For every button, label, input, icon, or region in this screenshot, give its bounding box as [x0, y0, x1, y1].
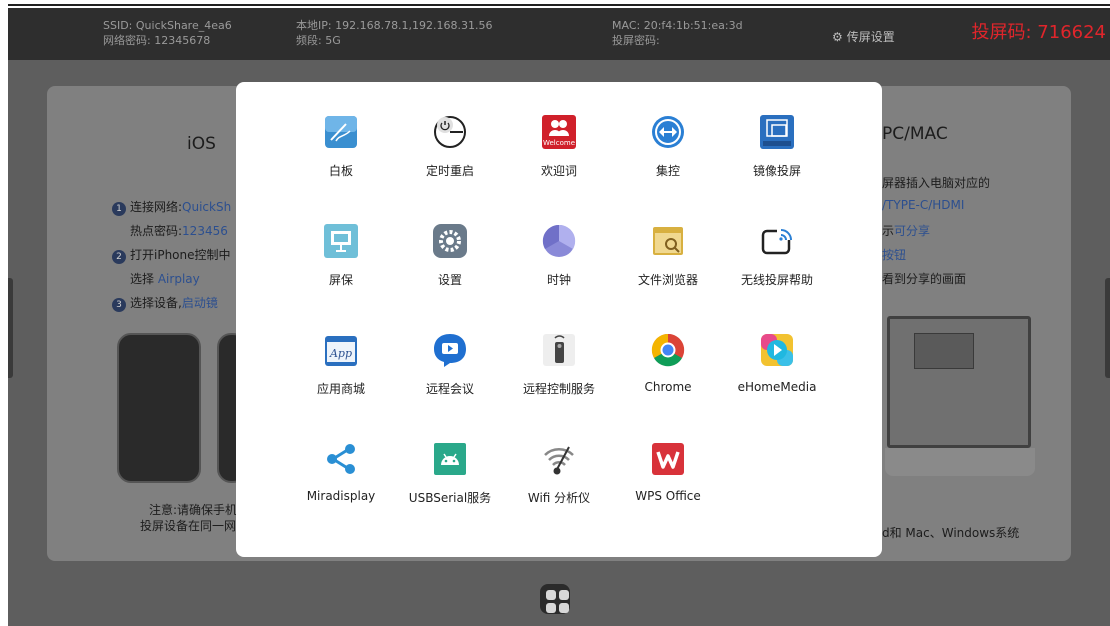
mac-info: MAC: 20:f4:1b:51:ea:3d 投屏密码: [612, 18, 743, 48]
app-wps-office[interactable]: WPS Office [613, 441, 723, 521]
remote-meeting-icon [432, 332, 468, 368]
app-label: 无线投屏帮助 [740, 273, 813, 287]
app-mirror-cast[interactable]: 镜像投屏 [722, 114, 832, 194]
ios-title: iOS [187, 134, 216, 154]
app-app-store[interactable]: App 应用商城 [286, 332, 396, 412]
wps-office-icon [650, 441, 686, 477]
app-label: 集控 [655, 164, 680, 178]
ios-step2: 2 打开iPhone控制中 [112, 246, 231, 264]
app-store-icon: App [323, 332, 359, 368]
svg-text:App: App [329, 347, 352, 360]
app-label: eHomeMedia [737, 380, 817, 394]
cast-settings-button[interactable]: ⚙ 传屏设置 [832, 28, 895, 45]
pc-line4: 按钮 [882, 248, 907, 262]
local-ip-text: 本地IP: 192.168.78.1,192.168.31.56 [296, 19, 493, 32]
power-timer-icon [432, 114, 468, 150]
ios-step1: 1 连接网络:QuickSh [112, 198, 231, 216]
app-label: 白板 [328, 164, 353, 178]
ios-airplay: 选择 Airplay [130, 272, 200, 286]
network-info: SSID: QuickShare_4ea6 网络密码: 12345678 [103, 18, 232, 48]
pc-line2: /TYPE-C/HDMI [882, 198, 965, 212]
cast-code: 投屏码: 716624 [971, 22, 1107, 43]
app-label: 文件浏览器 [637, 273, 698, 287]
share-icon [323, 441, 359, 477]
mac-text: MAC: 20:f4:1b:51:ea:3d [612, 19, 743, 32]
right-edge-handle[interactable] [1105, 278, 1110, 378]
app-usb-serial-service[interactable]: USBSerial服务 [395, 441, 505, 521]
app-drawer: 白板 定时重启 Welcome 欢迎词 集控 镜像投屏 屏保 设置 时钟 文件浏… [236, 82, 882, 557]
app-label: 欢迎词 [540, 164, 577, 178]
app-scheduled-restart[interactable]: 定时重启 [395, 114, 505, 194]
app-label: 远程控制服务 [522, 382, 595, 396]
app-label: 应用商城 [316, 382, 365, 396]
welcome-icon: Welcome [541, 114, 577, 150]
app-label: USBSerial服务 [408, 491, 492, 505]
app-wifi-analyzer[interactable]: Wifi 分析仪 [504, 441, 614, 521]
pc-title: PC/MAC [882, 124, 948, 144]
app-label: 镜像投屏 [752, 164, 801, 178]
app-remote-meeting[interactable]: 远程会议 [395, 332, 505, 412]
chrome-icon [650, 332, 686, 368]
gear-icon: ⚙ [832, 29, 843, 44]
pc-line1: 屏器插入电脑对应的 [882, 176, 991, 190]
band-text: 频段: 5G [296, 34, 341, 47]
app-settings[interactable]: 设置 [395, 223, 505, 303]
svg-text:Welcome: Welcome [543, 139, 575, 147]
apps-grid-button[interactable] [540, 584, 570, 614]
ios-step3: 3 选择设备,启动镜 [112, 294, 218, 312]
app-label: 远程会议 [425, 382, 474, 396]
app-clock[interactable]: 时钟 [504, 223, 614, 303]
cast-password-text: 投屏密码: [612, 34, 660, 47]
screensaver-icon [323, 223, 359, 259]
app-central-control[interactable]: 集控 [613, 114, 723, 194]
app-ehome-media[interactable]: eHomeMedia [722, 332, 832, 412]
whiteboard-icon [323, 114, 359, 150]
pc-footer: d和 Mac、Windows系统 [882, 526, 1020, 540]
mirror-cast-icon [759, 114, 795, 150]
ios-hotspot: 热点密码:123456 [130, 224, 228, 238]
central-control-icon [650, 114, 686, 150]
app-chrome[interactable]: Chrome [613, 332, 723, 412]
app-label: Miradisplay [306, 489, 376, 503]
android-icon [432, 441, 468, 477]
app-file-browser[interactable]: 文件浏览器 [613, 223, 723, 303]
app-whiteboard[interactable]: 白板 [286, 114, 396, 194]
ios-note1: 注意:请确保手机 [149, 503, 238, 517]
remote-control-icon [541, 332, 577, 368]
app-label: 屏保 [328, 273, 353, 287]
pc-line5: 看到分享的画面 [882, 272, 967, 286]
left-edge-handle[interactable] [8, 278, 13, 378]
app-miradisplay[interactable]: Miradisplay [286, 441, 396, 521]
laptop-illustration [885, 316, 1035, 481]
app-remote-control-service[interactable]: 远程控制服务 [504, 332, 614, 412]
wifi-analyzer-icon [541, 441, 577, 477]
app-wireless-cast-help[interactable]: 无线投屏帮助 [722, 223, 832, 303]
ip-info: 本地IP: 192.168.78.1,192.168.31.56 频段: 5G [296, 18, 493, 48]
clock-icon [541, 223, 577, 259]
ios-note2: 投屏设备在同一网 [140, 519, 237, 533]
app-label: 设置 [437, 273, 462, 287]
cast-settings-label: 传屏设置 [846, 30, 895, 44]
ehome-media-icon [759, 332, 795, 368]
top-border-line [8, 4, 1110, 6]
app-label: Chrome [644, 380, 692, 394]
pc-line3: 示可分享 [882, 224, 931, 238]
app-label: WPS Office [635, 489, 701, 503]
app-screensaver[interactable]: 屏保 [286, 223, 396, 303]
screen: SSID: QuickShare_4ea6 网络密码: 12345678 本地I… [8, 8, 1110, 626]
status-bar: SSID: QuickShare_4ea6 网络密码: 12345678 本地I… [8, 8, 1110, 60]
app-welcome[interactable]: Welcome 欢迎词 [504, 114, 614, 194]
app-label: 时钟 [546, 273, 571, 287]
ssid-text: SSID: QuickShare_4ea6 [103, 19, 232, 32]
phone-illustration [117, 333, 201, 483]
settings-icon [432, 223, 468, 259]
wifi-password-text: 网络密码: 12345678 [103, 34, 211, 47]
app-label: 定时重启 [425, 164, 474, 178]
app-label: Wifi 分析仪 [527, 491, 591, 505]
wireless-cast-help-icon [759, 223, 795, 259]
file-browser-icon [650, 223, 686, 259]
